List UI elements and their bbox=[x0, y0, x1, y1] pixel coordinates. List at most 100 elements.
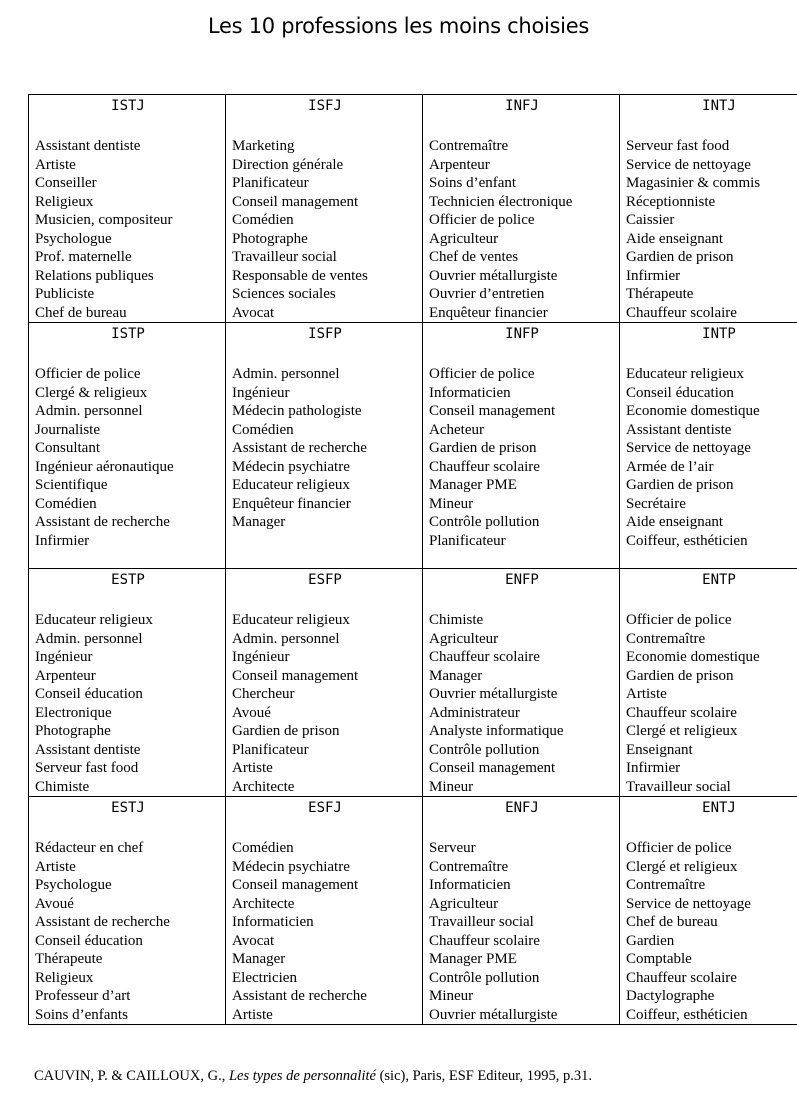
profession-item: Chauffeur scolaire bbox=[626, 704, 737, 721]
profession-item: Soins d’enfants bbox=[35, 1006, 128, 1023]
profession-item: Conseil management bbox=[232, 193, 359, 210]
profession-item: Conseil éducation bbox=[35, 686, 143, 702]
citation-details: (sic), Paris, ESF Editeur, 1995, p.31. bbox=[375, 1068, 593, 1084]
profession-item: Enquêteur financier bbox=[429, 304, 548, 321]
profession-list: Educateur religieux Admin. personnel Ingén… bbox=[232, 611, 418, 796]
profession-item: Consultant bbox=[35, 440, 101, 456]
profession-item: Rédacteur en chef bbox=[35, 840, 144, 856]
profession-item: Clergé & religieux bbox=[35, 384, 148, 401]
profession-item: Secrétaire bbox=[626, 495, 686, 512]
profession-item: Travailleur social bbox=[626, 778, 731, 795]
profession-item: Avoué bbox=[232, 704, 271, 721]
profession-item: Contremaître bbox=[626, 630, 706, 647]
profession-item: Psychologue bbox=[35, 877, 112, 893]
profession-item: Contremaître bbox=[429, 858, 509, 875]
profession-item: Photographe bbox=[232, 230, 308, 247]
profession-item: Artiste bbox=[35, 156, 76, 173]
profession-list: Serveur Contremaître Informaticien Agricult… bbox=[429, 839, 615, 1024]
profession-item: Mineur bbox=[429, 778, 474, 795]
profession-item: Contrôle pollution bbox=[429, 741, 540, 758]
type-cell: ENTJ Officier de police Clergé et religieu… bbox=[619, 796, 797, 1025]
profession-item: Religieux bbox=[35, 969, 94, 986]
profession-item: Agriculteur bbox=[429, 895, 499, 912]
type-cell: INFJ Contremaître Arpenteur Soins d’enfant T… bbox=[422, 94, 620, 323]
profession-item: Gardien de prison bbox=[626, 667, 734, 684]
profession-list: Educateur religieux Conseil éducation Econ… bbox=[626, 365, 797, 550]
profession-item: Arpenteur bbox=[429, 156, 490, 173]
type-cell: ESTP Educateur religieux Admin. personnel I… bbox=[28, 568, 226, 797]
profession-item: Conseil management bbox=[232, 667, 359, 684]
profession-item: Publiciste bbox=[35, 286, 95, 302]
personality-type-label: ESFJ bbox=[308, 800, 342, 816]
profession-item: Conseiller bbox=[35, 175, 97, 191]
profession-item: Serveur fast food bbox=[35, 760, 139, 776]
profession-item: Electricien bbox=[232, 969, 297, 986]
personality-type-label: ISTP bbox=[111, 326, 145, 342]
profession-item: Manager PME bbox=[429, 951, 517, 967]
profession-item: Assistant de recherche bbox=[35, 514, 170, 530]
profession-item: Chauffeur scolaire bbox=[626, 969, 737, 986]
profession-item: Service de nettoyage bbox=[626, 156, 751, 173]
profession-item: Chimiste bbox=[429, 612, 484, 628]
profession-item: Service de nettoyage bbox=[626, 895, 751, 912]
profession-item: Chercheur bbox=[232, 686, 295, 702]
profession-item: Médecin pathologiste bbox=[232, 403, 362, 419]
profession-item: Educateur religieux bbox=[626, 366, 744, 382]
profession-list: Comédien Médecin psychiatre Conseil manage… bbox=[232, 839, 418, 1024]
personality-type-label: ESTJ bbox=[111, 800, 145, 816]
table-row: ISTJ Assistant dentiste Artiste Conseiller R… bbox=[28, 94, 797, 323]
profession-item: Photographe bbox=[35, 723, 111, 739]
profession-item: Architecte bbox=[232, 778, 295, 795]
profession-item: Infirmier bbox=[35, 532, 90, 549]
personality-type-label: ESTP bbox=[111, 572, 145, 588]
profession-item: Planificateur bbox=[232, 175, 309, 191]
profession-list: Assistant dentiste Artiste Conseiller Relig… bbox=[35, 137, 221, 322]
profession-item: Assistant de recherche bbox=[232, 440, 367, 456]
profession-item: Musicien, compositeur bbox=[35, 212, 173, 228]
profession-item: Scientifique bbox=[35, 477, 108, 493]
personality-type-label: INFJ bbox=[505, 98, 539, 114]
profession-item: Aide enseignant bbox=[626, 230, 724, 247]
profession-list: Rédacteur en chef Artiste Psychologue Avoué… bbox=[35, 839, 221, 1024]
profession-item: Gardien bbox=[626, 932, 675, 949]
profession-item: Informaticien bbox=[429, 877, 511, 893]
profession-item: Service de nettoyage bbox=[626, 440, 751, 456]
profession-item: Magasinier & commis bbox=[626, 175, 761, 191]
profession-item: Ingénieur bbox=[35, 649, 93, 665]
personality-type-label: ENTP bbox=[702, 572, 736, 588]
profession-item: Médecin psychiatre bbox=[232, 458, 350, 475]
profession-item: Analyste informatique bbox=[429, 723, 564, 739]
profession-item: Acheteur bbox=[429, 421, 484, 438]
type-cell: INTP Educateur religieux Conseil éducation… bbox=[619, 322, 797, 569]
profession-item: Mineur bbox=[429, 495, 474, 512]
profession-item: Officier de police bbox=[626, 840, 732, 856]
profession-item: Avocat bbox=[232, 932, 275, 949]
profession-list: Contremaître Arpenteur Soins d’enfant Techn… bbox=[429, 137, 615, 322]
profession-item: Réceptionniste bbox=[626, 193, 716, 210]
personality-type-label: ENFJ bbox=[505, 800, 539, 816]
profession-item: Infirmier bbox=[626, 267, 681, 284]
profession-item: Admin. personnel bbox=[35, 630, 143, 647]
profession-item: Agriculteur bbox=[429, 630, 499, 647]
type-cell: ENFJ Serveur Contremaître Informaticien Agri… bbox=[422, 796, 620, 1025]
type-cell: ENTP Officier de police Contremaître Econom… bbox=[619, 568, 797, 797]
profession-item: Assistant de recherche bbox=[35, 914, 170, 930]
professions-table: ISTJ Assistant dentiste Artiste Conseiller R… bbox=[28, 94, 797, 1025]
profession-item: Chimiste bbox=[35, 778, 90, 795]
citation: CAUVIN, P. & CAILLOUX, G., Les types de … bbox=[34, 1068, 592, 1085]
profession-item: Chauffeur scolaire bbox=[429, 932, 540, 949]
profession-item: Conseil éducation bbox=[626, 384, 734, 401]
profession-item: Clergé et religieux bbox=[626, 858, 738, 875]
profession-item: Thérapeute bbox=[626, 286, 694, 302]
profession-item: Thérapeute bbox=[35, 951, 103, 967]
profession-item: Travailleur social bbox=[429, 914, 534, 930]
page-title: Les 10 professions les moins choisies bbox=[208, 14, 589, 38]
profession-item: Economie domestique bbox=[626, 403, 760, 419]
profession-item: Soins d’enfant bbox=[429, 175, 517, 191]
profession-item: Conseil management bbox=[429, 760, 556, 776]
profession-item: Assistant dentiste bbox=[35, 741, 141, 758]
profession-item: Architecte bbox=[232, 895, 295, 912]
profession-item: Ouvrier métallurgiste bbox=[429, 267, 558, 284]
profession-item: Planificateur bbox=[232, 741, 309, 758]
type-cell: ENFP Chimiste Agriculteur Chauffeur scolair… bbox=[422, 568, 620, 797]
